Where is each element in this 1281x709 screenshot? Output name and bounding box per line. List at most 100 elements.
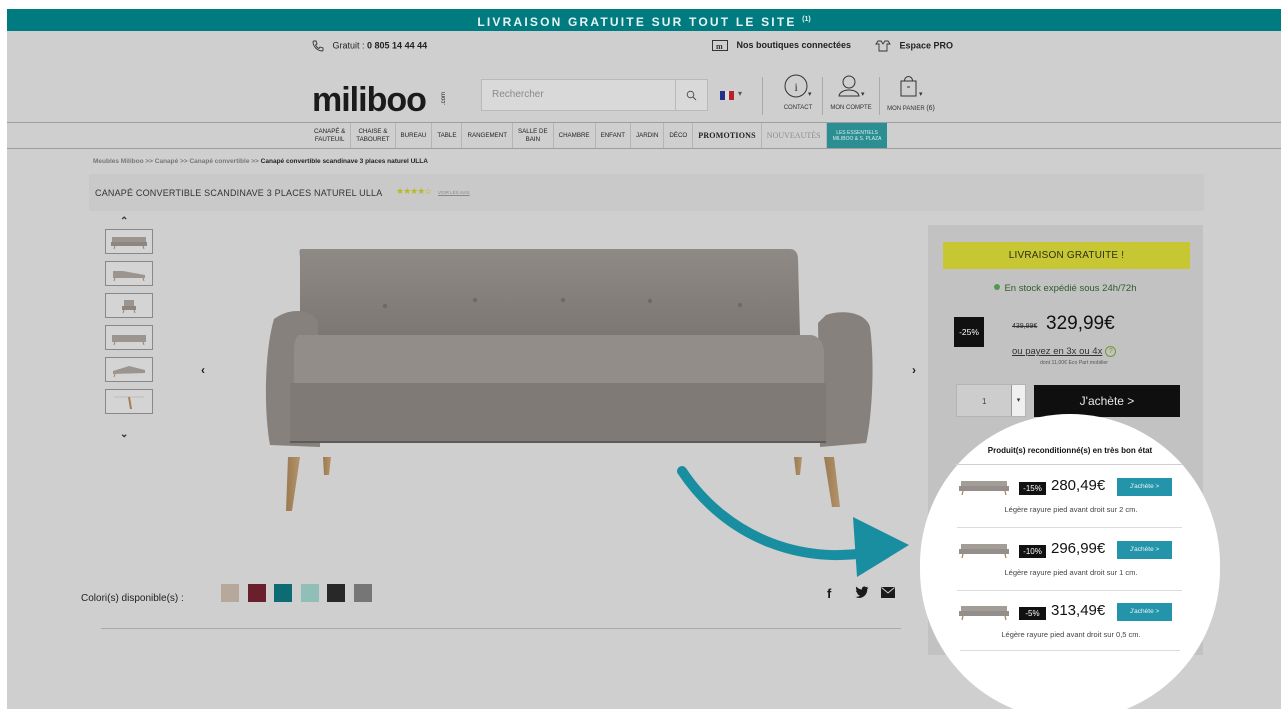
help-icon[interactable]: ? bbox=[1105, 346, 1117, 357]
pro-link[interactable]: Espace PRO bbox=[875, 40, 953, 52]
breadcrumb-sep: >> bbox=[251, 158, 259, 165]
nav-item-enfant[interactable]: ENFANT bbox=[596, 123, 631, 148]
nav-item-chaise[interactable]: CHAISE & TABOURET bbox=[351, 123, 396, 148]
nav-item-nouveautes[interactable]: NOUVEAUTÉS bbox=[762, 123, 827, 148]
chevron-down-icon[interactable]: ⌄ bbox=[120, 429, 128, 440]
nav-item-essentiels[interactable]: LES ESSENTIELS MILIBOO & S. PLAZA bbox=[826, 123, 888, 148]
prev-image-arrow[interactable]: ‹ bbox=[201, 363, 205, 377]
product-title-bar: CANAPÉ CONVERTIBLE SCANDINAVE 3 PLACES N… bbox=[89, 174, 1204, 211]
color-swatch[interactable] bbox=[247, 584, 266, 602]
svg-text:▾: ▾ bbox=[861, 91, 865, 98]
chevron-down-icon[interactable]: ▾ bbox=[1011, 385, 1025, 416]
buy-button[interactable]: J'achète > bbox=[1034, 385, 1180, 417]
mail-icon[interactable] bbox=[881, 586, 895, 601]
refurb-price: 296,99€ bbox=[1051, 540, 1106, 557]
nav-item-promotions[interactable]: PROMOTIONS bbox=[693, 123, 762, 148]
current-price: 329,99€ bbox=[1046, 313, 1115, 334]
breadcrumb-item[interactable]: Canapé bbox=[155, 158, 178, 165]
thumbnail[interactable] bbox=[105, 325, 153, 350]
thumbnail-list bbox=[105, 229, 153, 421]
search-box[interactable]: Rechercher bbox=[481, 79, 708, 111]
thumbnail[interactable] bbox=[105, 389, 153, 414]
free-shipping-banner[interactable]: LIVRAISON GRATUITE SUR TOUT LE SITE (1) bbox=[7, 9, 1281, 31]
cart-count: (6) bbox=[926, 105, 935, 112]
store-icon: m bbox=[712, 40, 728, 52]
nav-item-table[interactable]: TABLE bbox=[432, 123, 463, 148]
facebook-icon[interactable]: f bbox=[827, 586, 831, 601]
colors-label: Colori(s) disponible(s) : bbox=[81, 593, 184, 604]
nav-label: ENFANT bbox=[600, 131, 625, 139]
stock-status: En stock expédié sous 24h/72h bbox=[928, 283, 1203, 294]
banner-text: LIVRAISON GRATUITE SUR TOUT LE SITE bbox=[477, 15, 797, 29]
nav-label: TABLE bbox=[437, 131, 457, 139]
installments-link[interactable]: ou payez en 3x ou 4x? bbox=[1012, 346, 1117, 357]
divider bbox=[957, 527, 1182, 528]
contact-label: CONTACT bbox=[783, 105, 813, 111]
thumbnail[interactable] bbox=[105, 293, 153, 318]
refurb-item: -5% 313,49€ J'achète > Légère rayure pie… bbox=[957, 602, 1185, 643]
miliboo-logo[interactable]: miliboo .com bbox=[312, 82, 462, 118]
nav-item-jardin[interactable]: JARDIN bbox=[631, 123, 665, 148]
color-swatch[interactable] bbox=[353, 584, 372, 602]
refurb-item: -15% 280,49€ J'achète > Légère rayure pi… bbox=[957, 477, 1185, 518]
nav-label: FAUTEUIL bbox=[314, 135, 345, 143]
divider bbox=[762, 77, 763, 115]
color-swatch[interactable] bbox=[327, 584, 345, 602]
reviews-link[interactable]: VOIR LES AVIS bbox=[438, 190, 470, 195]
cart-text: MON PANIER bbox=[887, 106, 925, 112]
refurb-buy-button[interactable]: J'achète > bbox=[1117, 603, 1172, 621]
nav-item-canape[interactable]: CANAPÉ & FAUTEUIL bbox=[309, 123, 352, 148]
thumbnail[interactable] bbox=[105, 261, 153, 286]
flag-fr-icon[interactable] bbox=[720, 91, 735, 100]
stores-link[interactable]: m Nos boutiques connectées bbox=[712, 40, 852, 52]
thumbnail[interactable] bbox=[105, 357, 153, 382]
stores-label: Nos boutiques connectées bbox=[736, 40, 852, 50]
refurb-product-image bbox=[959, 481, 1009, 496]
cart-button[interactable]: ▾ MON PANIER (6) bbox=[881, 73, 941, 112]
phone-link[interactable]: Gratuit : 0 805 14 44 44 bbox=[312, 40, 427, 52]
info-row: Gratuit : 0 805 14 44 44 m Nos boutiques… bbox=[7, 31, 1281, 61]
nav-item-bureau[interactable]: BUREAU bbox=[396, 123, 433, 148]
refurb-note: Légère rayure pied avant droit sur 2 cm. bbox=[1004, 505, 1138, 514]
rating-stars: ★★★★☆ bbox=[396, 186, 432, 196]
breadcrumb-item[interactable]: Meubles Miliboo bbox=[93, 158, 144, 165]
search-button[interactable] bbox=[675, 80, 707, 110]
phone-number: 0 805 14 44 44 bbox=[367, 40, 428, 51]
user-icon: ▾ bbox=[838, 75, 865, 98]
nav-item-rangement[interactable]: RANGEMENT bbox=[462, 123, 514, 148]
nav-label: SALLE DE bbox=[518, 127, 548, 135]
next-image-arrow[interactable]: › bbox=[912, 363, 916, 377]
breadcrumb-item[interactable]: Canapé convertible bbox=[189, 158, 249, 165]
nav-label: RANGEMENT bbox=[467, 131, 508, 139]
color-swatch[interactable] bbox=[221, 584, 239, 602]
chevron-down-icon: ▾ bbox=[738, 89, 743, 98]
account-button[interactable]: ▾ MON COMPTE bbox=[825, 73, 877, 111]
chevron-up-icon[interactable]: ⌃ bbox=[120, 216, 128, 227]
divider bbox=[822, 77, 823, 115]
info-icon: i▾ bbox=[784, 74, 812, 98]
search-input[interactable]: Rechercher bbox=[492, 89, 544, 100]
nav-label: BAIN bbox=[525, 135, 541, 143]
twitter-icon[interactable] bbox=[855, 586, 869, 601]
quantity-value: 1 bbox=[982, 397, 987, 406]
refurb-item: -10% 296,99€ J'achète > Légère rayure pi… bbox=[957, 540, 1185, 581]
refurb-buy-button[interactable]: J'achète > bbox=[1117, 478, 1172, 496]
nav-item-chambre[interactable]: CHAMBRE bbox=[554, 123, 596, 148]
account-label: MON COMPTE bbox=[830, 105, 872, 111]
color-swatch[interactable] bbox=[274, 584, 292, 602]
refurb-buy-button[interactable]: J'achète > bbox=[1117, 541, 1172, 559]
thumbnail[interactable] bbox=[105, 229, 153, 254]
divider bbox=[879, 77, 880, 115]
nav-item-deco[interactable]: DÉCO bbox=[664, 123, 694, 148]
refurb-price: 280,49€ bbox=[1051, 477, 1106, 494]
product-title: CANAPÉ CONVERTIBLE SCANDINAVE 3 PLACES N… bbox=[95, 188, 383, 198]
refurb-price: 313,49€ bbox=[1051, 602, 1106, 619]
nav-item-salle-de-bain[interactable]: SALLE DE BAIN bbox=[513, 123, 554, 148]
refurb-discount: -10% bbox=[1019, 545, 1046, 558]
color-swatch[interactable] bbox=[300, 584, 319, 602]
pro-label: Espace PRO bbox=[899, 40, 954, 51]
contact-button[interactable]: i ▾ CONTACT bbox=[778, 73, 818, 111]
stock-text: En stock expédié sous 24h/72h bbox=[1004, 283, 1137, 294]
search-icon bbox=[686, 90, 697, 100]
quantity-select[interactable]: 1 ▾ bbox=[956, 384, 1026, 417]
